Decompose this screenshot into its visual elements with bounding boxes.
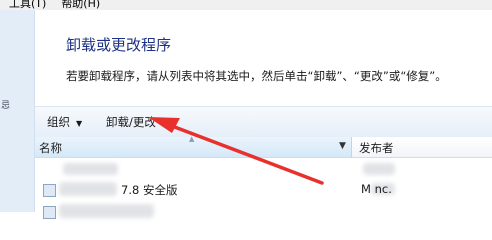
program-row[interactable] [35, 161, 492, 178]
column-filter-chevron-icon[interactable]: ▼ [339, 141, 346, 151]
nav-pane-text: 忌 [1, 101, 11, 111]
blurred-region [59, 182, 117, 196]
column-header-name[interactable]: ▲ 名称 ▼ [35, 135, 352, 157]
program-icon [43, 206, 56, 219]
blurred-region [363, 163, 395, 175]
sort-indicator-icon: ▲ [189, 135, 195, 143]
list-header: ▲ 名称 ▼ 发布者 [35, 135, 492, 158]
column-header-publisher[interactable]: 发布者 [359, 140, 394, 156]
program-row[interactable] [35, 203, 492, 220]
blurred-region [59, 204, 154, 218]
command-toolbar: 组织 ▼ 卸载/更改 [35, 106, 492, 138]
program-icon [43, 184, 56, 197]
dropdown-arrow-icon: ▼ [76, 119, 83, 128]
blurred-region [63, 163, 118, 175]
program-name: 7.8 安全版 [121, 183, 178, 197]
uninstall-change-button[interactable]: 卸载/更改 [106, 113, 156, 131]
organize-button[interactable]: 组织 ▼ [47, 113, 82, 131]
program-publisher: M nc. [361, 182, 392, 196]
organize-label: 组织 [47, 115, 70, 129]
navigation-pane: 忌 [0, 10, 35, 212]
page-title: 卸载或更改程序 [66, 36, 172, 54]
column-name-label: 名称 [39, 141, 62, 155]
page-description: 若要卸载程序，请从列表中将其选中，然后单击“卸载”、“更改”或“修复”。 [66, 69, 447, 83]
main-content: 卸载或更改程序 若要卸载程序，请从列表中将其选中，然后单击“卸载”、“更改”或“… [35, 10, 492, 219]
program-row[interactable]: 7.8 安全版 M nc. [35, 181, 492, 198]
